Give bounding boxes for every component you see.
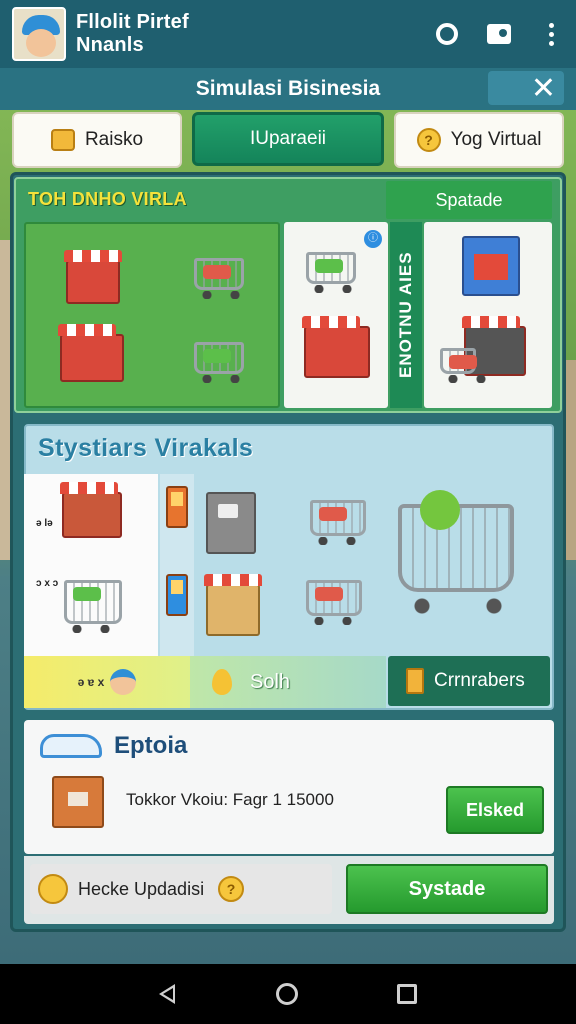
shop-building-icon[interactable]	[64, 250, 122, 304]
back-icon[interactable]	[159, 984, 177, 1004]
virtual-stats-heading: Stystiars Virakals	[38, 434, 254, 462]
tab-label: Yog Virtual	[450, 129, 542, 150]
avatar[interactable]	[12, 7, 66, 61]
home-icon[interactable]	[275, 983, 298, 1005]
tab-uparaeii[interactable]: IUparaeii	[192, 112, 384, 166]
car-icon	[40, 734, 102, 758]
customers-button[interactable]: Crrnrabers	[388, 656, 550, 706]
supermarket-panel	[424, 222, 552, 408]
store-items-panel	[24, 222, 280, 408]
camera-icon[interactable]	[486, 21, 512, 47]
document-icon	[406, 668, 424, 694]
solh-button[interactable]: Solh	[190, 656, 386, 708]
featured-stall-panel: ⓘ	[284, 222, 388, 408]
close-icon: ✕	[530, 71, 556, 105]
explore-heading: Eptoia	[114, 732, 188, 759]
shopping-cart-icon[interactable]	[194, 258, 244, 299]
update-notice[interactable]: Hecke Updadisi ?	[30, 864, 332, 914]
screen-title: Simulasi Bisinesia	[195, 77, 381, 100]
large-cart-icon[interactable]	[398, 490, 514, 614]
update-store-button[interactable]: Spatade	[386, 181, 552, 219]
elsked-button[interactable]: Elsked	[446, 786, 544, 834]
fruit-stand-icon[interactable]	[302, 316, 370, 378]
tablet-icon[interactable]	[166, 574, 188, 616]
systade-button[interactable]: Systade	[346, 864, 548, 914]
package-icon	[52, 776, 104, 828]
timer-icon[interactable]	[434, 21, 460, 47]
close-button[interactable]: ✕	[488, 71, 564, 105]
device-column	[160, 474, 194, 656]
system-navigation-bar	[0, 964, 576, 1024]
app-bar-actions	[434, 21, 564, 47]
equipment-count: ɔ x ɔ	[36, 578, 59, 589]
app-title: Fllolit Pirtef Nnanls	[76, 11, 189, 57]
store-section-heading: TOH DNHO VIRLA	[28, 188, 187, 209]
store-value-text: Tokkor Vkoiu: Fagr 1 15000	[126, 790, 334, 809]
loaded-cart-icon[interactable]	[306, 580, 362, 625]
screen-title-bar: Simulasi Bisinesia ✕	[0, 68, 576, 110]
app-title-line1: Fllolit Pirtef	[76, 11, 189, 33]
solh-label: Solh	[250, 670, 291, 693]
help-coin-icon: ?	[218, 876, 245, 902]
basket-icon[interactable]	[64, 580, 122, 633]
tab-bar: Raisko IUparaeii ? Yog Virtual	[12, 112, 564, 170]
money-bag-icon	[50, 129, 75, 151]
avatar-face	[26, 29, 56, 57]
more-icon[interactable]	[538, 21, 564, 47]
tab-yog-virtual[interactable]: ? Yog Virtual	[394, 112, 564, 168]
strip-label: ǝ ɐ x	[77, 675, 105, 689]
tab-raisko[interactable]: Raisko	[12, 112, 182, 168]
market-stall-icon[interactable]	[58, 324, 124, 382]
red-cart-icon[interactable]	[310, 500, 366, 545]
tab-label: Raisko	[84, 129, 144, 150]
customers-label: Crrnrabers	[434, 670, 525, 691]
equipment-panel: ǝ lǝ ɔ x ɔ	[24, 474, 158, 656]
smiley-icon	[38, 874, 68, 904]
recents-icon[interactable]	[396, 984, 417, 1004]
vending-machine-icon[interactable]	[462, 236, 520, 296]
vegetable-cart-icon[interactable]	[194, 342, 244, 383]
cash-register-icon[interactable]	[60, 482, 122, 538]
equipment-count: ǝ lǝ	[36, 518, 53, 529]
coin-icon: ?	[416, 128, 441, 152]
phone-icon[interactable]	[166, 486, 188, 528]
tab-label: IUparaeii	[249, 128, 327, 149]
player-avatar-icon	[110, 669, 137, 695]
app-bar: Fllolit Pirtef Nnanls	[0, 0, 576, 68]
drop-icon	[212, 669, 232, 695]
player-strip: ǝ ɐ x	[24, 656, 190, 708]
produce-cart-icon[interactable]	[306, 252, 356, 293]
explore-heading-row: Eptoia	[40, 732, 187, 760]
small-cart-icon[interactable]	[440, 348, 487, 383]
vending-kiosk-icon[interactable]	[206, 492, 256, 554]
app-title-line2: Nnanls	[76, 34, 144, 56]
info-badge-icon: ⓘ	[364, 230, 382, 248]
vertical-banner: ENOTNU AIES	[390, 222, 422, 408]
update-notice-label: Hecke Updadisi	[78, 878, 205, 899]
mini-shop-icon[interactable]	[204, 574, 262, 636]
